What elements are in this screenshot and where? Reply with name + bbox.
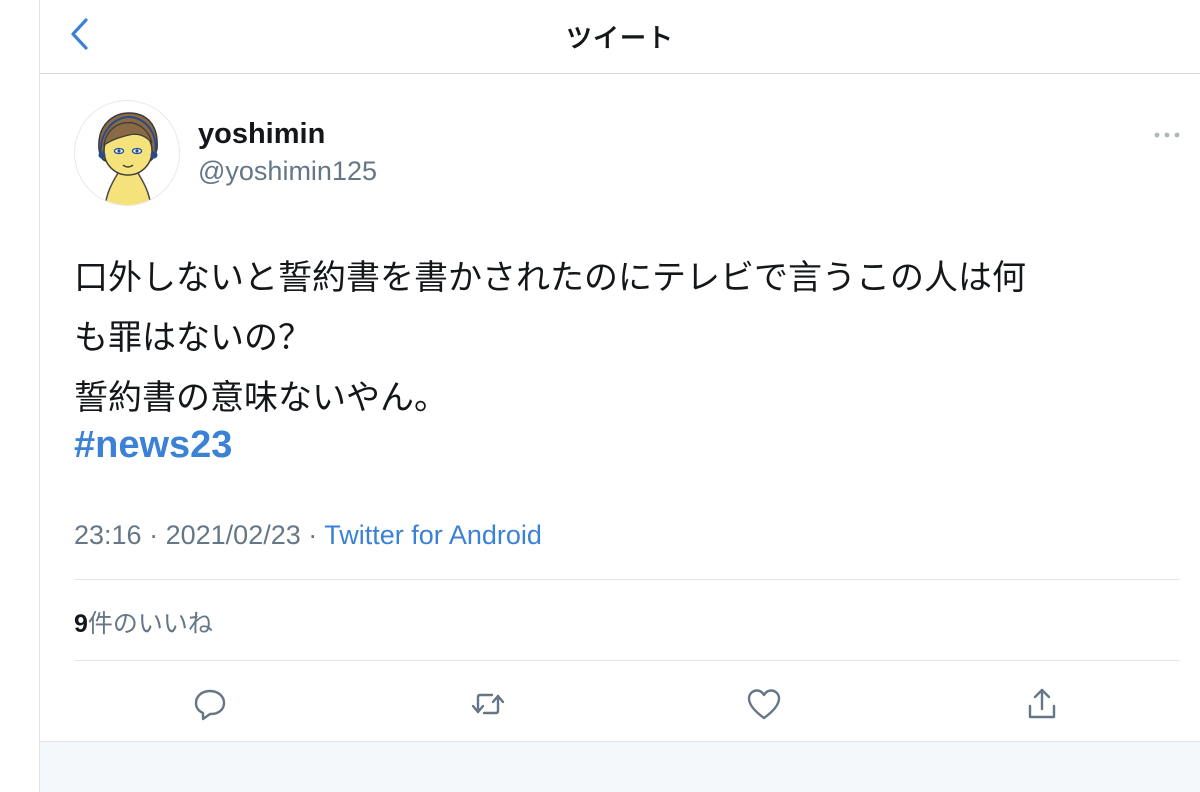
tweet-text-line: 誓約書の意味ないやん。 [74,378,448,418]
likes-label: 件のいいね [87,610,213,638]
meta-separator: · [149,520,159,550]
tweet-text-line: も罪はないの？ [74,318,312,358]
more-dots-icon [1154,132,1180,138]
author-display-name[interactable]: yoshimin [198,118,325,151]
tweet-body: 口外しないと誓約書を書かされたのにテレビで言うこの人は何 も罪はないの？ 誓約書… [74,248,1164,428]
left-panel-edge [0,0,40,792]
share-button[interactable] [1022,684,1062,724]
tweet-time: 23:16 [74,520,142,550]
avatar[interactable] [74,100,180,206]
tweet-date: 2021/02/23 [165,520,301,550]
bottom-area [40,741,1200,792]
tweet-meta: 23:16 · 2021/02/23 · Twitter for Android [74,520,542,551]
page-title: ツイート [565,23,674,53]
likes-count: 9 [74,610,88,638]
likes-count-link[interactable]: 9件のいいね [74,604,213,640]
hashtag-link[interactable]: #news23 [74,424,232,467]
like-button[interactable] [744,684,784,724]
tweet-text-line: 口外しないと誓約書を書かされたのにテレビで言うこの人は何 [74,258,1026,298]
share-icon [1028,688,1056,719]
more-options-button[interactable] [1152,124,1182,146]
divider [74,660,1180,661]
tweet-source-link[interactable]: Twitter for Android [324,520,542,550]
meta-separator: · [308,520,318,550]
reply-button[interactable] [190,684,230,724]
retweet-button[interactable] [468,684,508,724]
retweet-icon [471,693,505,715]
reply-icon [194,689,226,721]
heart-icon [747,689,781,720]
divider [74,579,1180,580]
cartoon-avatar-icon [98,112,158,205]
author-handle[interactable]: @yoshimin125 [198,156,377,187]
